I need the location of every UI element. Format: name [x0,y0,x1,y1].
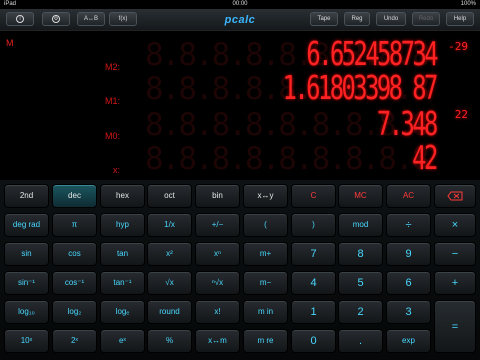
memory-indicator: M [6,38,14,48]
digit-0-key[interactable]: 0 [291,329,336,353]
clock: 00:00 [232,1,248,7]
digit-6-key[interactable]: 6 [386,271,431,295]
pi-key[interactable]: π [52,213,97,237]
close-paren-key[interactable]: ) [291,213,336,237]
decimal-point-key[interactable]: . [338,329,383,353]
register-button[interactable]: Reg [344,12,370,26]
clear-key[interactable]: C [291,184,336,208]
register-exponent-m0: 22 [454,108,468,121]
multiply-key[interactable]: × [434,213,476,237]
memory-in-key[interactable]: m in [243,300,288,324]
backspace-key[interactable] [434,184,476,208]
reciprocal-key[interactable]: 1/x [147,213,192,237]
register-label-m0: M0: [104,131,120,141]
percent-key[interactable]: % [147,329,192,353]
digit-8-key[interactable]: 8 [338,242,383,266]
mod-key[interactable]: mod [338,213,383,237]
oct-mode-key[interactable]: oct [147,184,192,208]
settings-icon: ⚙ [52,15,60,23]
digit-2-key[interactable]: 2 [338,300,383,324]
exp-power-key[interactable]: eˣ [100,329,145,353]
digit-4-key[interactable]: 4 [291,271,336,295]
toolbar: i ⚙ A↔B f(x) pcalc Tape Reg Undo Redo He… [0,9,480,31]
arccos-key[interactable]: cos⁻¹ [52,271,97,295]
deg-rad-key[interactable]: deg rad [4,213,49,237]
memory-clear-key[interactable]: MC [338,184,383,208]
log2-key[interactable]: log₂ [52,300,97,324]
memory-recall-key[interactable]: m re [243,329,288,353]
divide-key[interactable]: ÷ [386,213,431,237]
digit-3-key[interactable]: 3 [386,300,431,324]
round-key[interactable]: round [147,300,192,324]
register-value-m1: 1.61803398 87 [282,68,439,107]
register-label-m2: M2: [104,62,120,72]
digit-5-key[interactable]: 5 [338,271,383,295]
functions-button[interactable]: f(x) [109,12,137,26]
backspace-icon [447,191,463,201]
undo-button[interactable]: Undo [376,12,406,26]
tape-button[interactable]: Tape [310,12,338,26]
sign-toggle-key[interactable]: +/− [195,213,240,237]
app-logo: pcalc [224,14,256,26]
power-key[interactable]: xⁿ [195,242,240,266]
ghost-digits: 8.8.8.8.8.8.8.8.8.8.8.8.8 [145,144,435,174]
factorial-key[interactable]: x! [195,300,240,324]
help-button[interactable]: Help [446,12,474,26]
led-display: M 8.8.8.8.8.8.8.8.8.8.8.8.8 8.8.8.8.8.8.… [0,32,480,178]
functions-label: f(x) [118,16,128,22]
subtract-key[interactable]: − [434,242,476,266]
cos-key[interactable]: cos [52,242,97,266]
register-value-m0: 7.348 [377,104,438,143]
ab-mode-button[interactable]: A↔B [77,12,105,26]
ab-label: A↔B [83,16,98,22]
battery-indicator: 100% [460,1,476,7]
hyp-key[interactable]: hyp [100,213,145,237]
register-label-m1: M1: [104,96,120,106]
two-power-key[interactable]: 2ˣ [52,329,97,353]
ln-key[interactable]: logₑ [100,300,145,324]
sqrt-key[interactable]: √x [147,271,192,295]
nth-root-key[interactable]: ⁿ√x [195,271,240,295]
exponent-entry-key[interactable]: exp [386,329,431,353]
info-button[interactable]: i [6,12,34,26]
bin-mode-key[interactable]: bin [195,184,240,208]
register-exponent-m2: -29 [448,40,468,53]
digit-7-key[interactable]: 7 [291,242,336,266]
digit-1-key[interactable]: 1 [291,300,336,324]
register-value-x: 42 [412,138,438,177]
memory-subtract-key[interactable]: m− [243,271,288,295]
add-key[interactable]: + [434,271,476,295]
swap-xm-key[interactable]: x↔m [195,329,240,353]
memory-add-key[interactable]: m+ [243,242,288,266]
dec-mode-key[interactable]: dec [52,184,97,208]
second-function-key[interactable]: 2nd [4,184,49,208]
keypad: 2nd dec hex oct bin x↔y C MC AC deg rad … [0,180,480,360]
digit-9-key[interactable]: 9 [386,242,431,266]
arcsin-key[interactable]: sin⁻¹ [4,271,49,295]
log10-key[interactable]: log₁₀ [4,300,49,324]
ten-power-key[interactable]: 10ˣ [4,329,49,353]
equals-key[interactable]: = [434,300,476,353]
arctan-key[interactable]: tan⁻¹ [100,271,145,295]
tan-key[interactable]: tan [100,242,145,266]
info-icon: i [16,15,24,23]
redo-button[interactable]: Redo [412,12,440,26]
status-bar: iPad 00:00 100% [0,0,480,9]
swap-xy-key[interactable]: x↔y [243,184,288,208]
hex-mode-key[interactable]: hex [100,184,145,208]
open-paren-key[interactable]: ( [243,213,288,237]
settings-button[interactable]: ⚙ [42,12,70,26]
square-key[interactable]: x² [147,242,192,266]
sin-key[interactable]: sin [4,242,49,266]
register-value-m2: 6.652458734 [306,34,438,73]
register-label-x: x: [112,165,120,175]
all-clear-key[interactable]: AC [386,184,431,208]
